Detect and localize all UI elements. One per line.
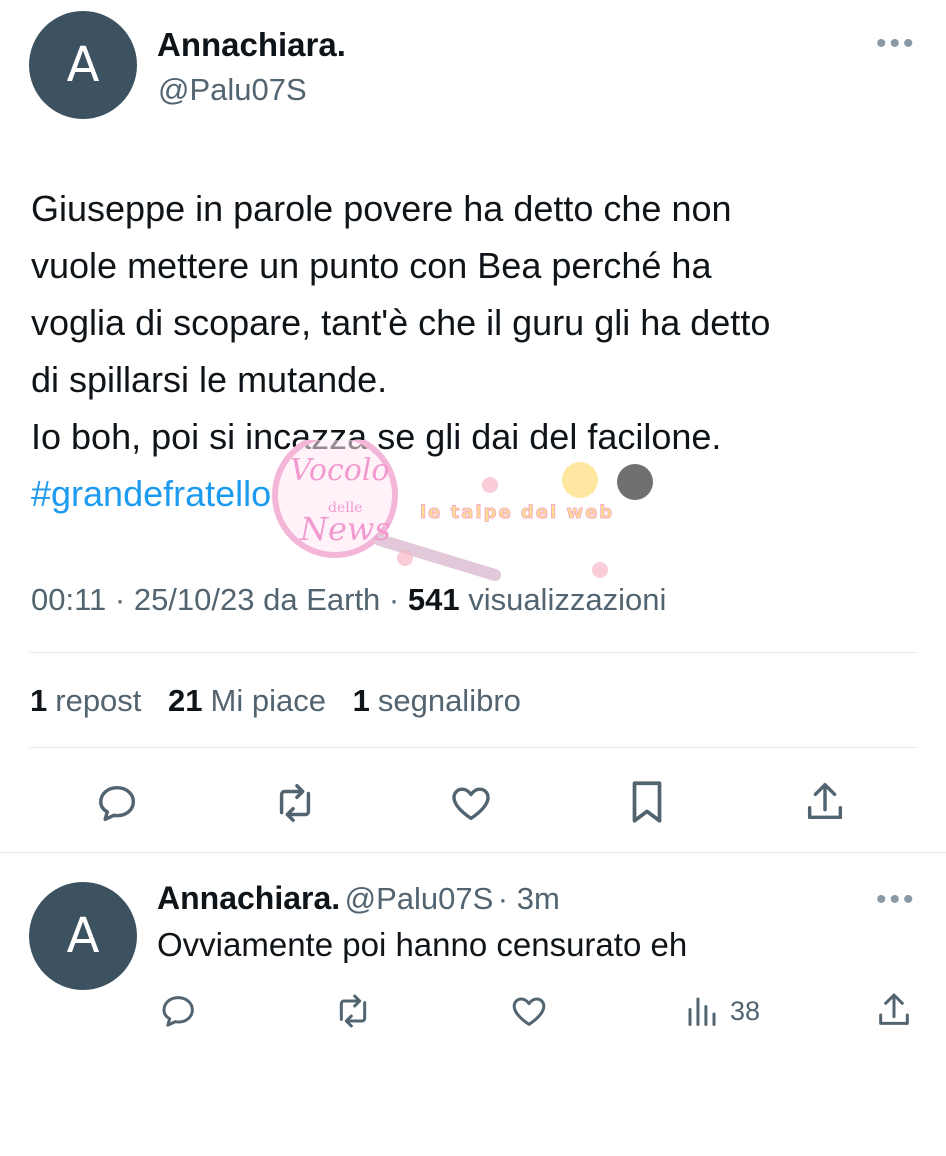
views-icon <box>688 997 716 1026</box>
reply-share-button[interactable] <box>872 988 916 1032</box>
reposts-stat[interactable]: 1 repost <box>30 683 141 718</box>
views-count: 541 <box>407 582 460 617</box>
reply-time[interactable]: · 3m <box>498 881 560 916</box>
retweet-button[interactable] <box>266 778 324 828</box>
avatar-letter: A <box>66 908 100 964</box>
reply-views-count: 38 <box>730 995 761 1026</box>
tweet-text-line: voglia di scopare, tant'è che il guru gl… <box>31 302 771 343</box>
bookmark-icon <box>632 781 662 823</box>
watermark-banner: le talpe del web <box>420 502 614 523</box>
tweet-stats: 1 repost 21 Mi piace 1 segnalibro <box>30 683 539 719</box>
watermark-logo: Vocolo delle News le talpe del web <box>272 440 653 581</box>
tweet-text-line: di spillarsi le mutande. <box>31 359 388 400</box>
bookmarks-count: 1 <box>352 683 370 718</box>
share-icon <box>879 993 909 1025</box>
reply-more-options-icon[interactable]: ••• <box>876 885 917 915</box>
reposts-label: repost <box>55 683 142 718</box>
reply-icon <box>99 785 136 822</box>
reply-avatar[interactable]: A <box>29 882 137 990</box>
reply-handle[interactable]: @Palu07S <box>345 881 494 916</box>
watermark-script-1: Vocolo <box>290 453 390 488</box>
share-button[interactable] <box>800 776 850 828</box>
reply-views-button[interactable]: 38 <box>684 990 760 1032</box>
more-options-icon[interactable]: ••• <box>876 29 917 59</box>
timestamp-source[interactable]: 00:11 · 25/10/23 da Earth · <box>31 582 408 617</box>
reply-text: Ovviamente poi hanno censurato eh <box>157 926 688 963</box>
tweet-text-line: vuole mettere un punto con Bea perché ha <box>31 245 712 286</box>
reposts-count: 1 <box>30 683 48 718</box>
likes-label: Mi piace <box>210 683 326 718</box>
views-label: visualizzazioni <box>459 582 667 617</box>
share-icon <box>807 783 843 820</box>
reply-like-button[interactable] <box>506 990 552 1032</box>
avatar[interactable]: A <box>29 11 137 119</box>
reply-icon <box>162 996 194 1027</box>
user-handle[interactable]: @Palu07S <box>158 72 307 108</box>
like-button[interactable] <box>444 778 498 828</box>
divider <box>29 747 917 748</box>
heart-icon <box>512 997 546 1026</box>
reply-reply-button[interactable] <box>157 990 201 1032</box>
avatar-letter: A <box>66 37 100 93</box>
tweet-meta: 00:11 · 25/10/23 da Earth · 541 visualiz… <box>31 582 666 618</box>
heart-icon <box>452 787 490 821</box>
retweet-icon <box>279 784 311 822</box>
watermark-script-3: News <box>299 510 391 548</box>
divider <box>29 652 917 653</box>
bookmark-button[interactable] <box>624 776 670 828</box>
display-name[interactable]: Annachiara. <box>157 26 346 64</box>
retweet-icon <box>339 994 367 1028</box>
bookmarks-label: segnalibro <box>377 683 521 718</box>
reply-retweet-button[interactable] <box>328 990 378 1032</box>
reply-button[interactable] <box>92 778 144 828</box>
reply-display-name[interactable]: Annachiara. <box>157 880 340 916</box>
tweet-text-line: Giuseppe in parole povere ha detto che n… <box>31 188 732 229</box>
likes-count: 21 <box>168 683 203 718</box>
reply-header: Annachiara. @Palu07S · 3m <box>157 880 560 917</box>
bookmarks-stat[interactable]: 1 segnalibro <box>353 683 521 718</box>
likes-stat[interactable]: 21 Mi piace <box>168 683 326 718</box>
tweet-separator <box>0 852 946 853</box>
